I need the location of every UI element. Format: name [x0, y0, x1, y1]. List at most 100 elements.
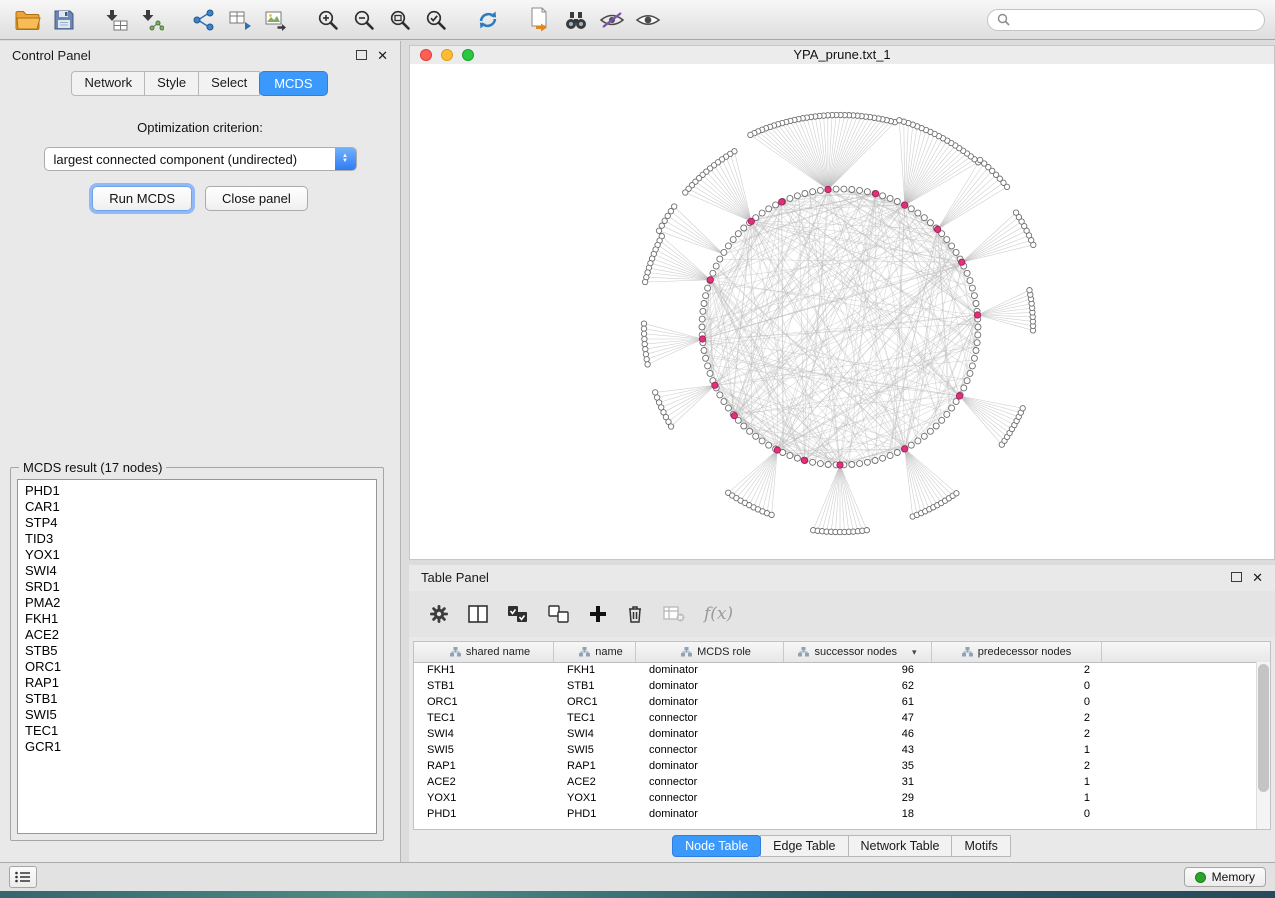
- mcds-result-item[interactable]: GCR1: [18, 739, 376, 755]
- share-network-icon: [192, 9, 216, 31]
- export-image-icon: [264, 9, 288, 31]
- status-menu-button[interactable]: [9, 866, 37, 888]
- delete-column-button[interactable]: [663, 605, 685, 623]
- table-panel-header: Table Panel ✕: [409, 565, 1275, 589]
- function-builder-button[interactable]: f(x): [704, 604, 733, 624]
- table-row[interactable]: PHD1PHD1dominator180: [414, 806, 1257, 822]
- zoom-out-button[interactable]: [346, 4, 382, 36]
- close-panel-icon[interactable]: ✕: [377, 49, 388, 62]
- tab-style[interactable]: Style: [144, 71, 199, 96]
- deselect-all-button[interactable]: [548, 605, 570, 623]
- search-field[interactable]: [987, 9, 1265, 31]
- network-canvas[interactable]: [410, 64, 1274, 559]
- gear-button[interactable]: [429, 604, 449, 624]
- network-table-button[interactable]: [222, 4, 258, 36]
- mcds-result-item[interactable]: ACE2: [18, 627, 376, 643]
- table-scrollbar[interactable]: [1256, 662, 1270, 829]
- mcds-result-item[interactable]: STB5: [18, 643, 376, 659]
- column-header-shared-name[interactable]: shared name: [414, 642, 554, 662]
- mcds-result-item[interactable]: STP4: [18, 515, 376, 531]
- table-cell: 0: [932, 678, 1102, 694]
- mcds-result-item[interactable]: PHD1: [18, 483, 376, 499]
- column-header-mcds-role[interactable]: MCDS role: [636, 642, 784, 662]
- float-panel-icon[interactable]: [356, 50, 367, 60]
- open-session-button[interactable]: [10, 4, 46, 36]
- select-all-button[interactable]: [507, 605, 529, 623]
- zoom-in-button[interactable]: [310, 4, 346, 36]
- import-table-button[interactable]: [98, 4, 134, 36]
- tab-network[interactable]: Network: [71, 71, 145, 96]
- table-cell: SWI4: [554, 726, 636, 742]
- memory-button[interactable]: Memory: [1184, 867, 1266, 887]
- mcds-result-item[interactable]: SWI5: [18, 707, 376, 723]
- mcds-result-item[interactable]: PMA2: [18, 595, 376, 611]
- first-neighbors-button[interactable]: [558, 4, 594, 36]
- table-cell: ACE2: [414, 774, 554, 790]
- mcds-result-list[interactable]: PHD1CAR1STP4TID3YOX1SWI4SRD1PMA2FKH1ACE2…: [17, 479, 377, 834]
- table-row[interactable]: RAP1RAP1dominator352: [414, 758, 1257, 774]
- close-panel-button[interactable]: Close panel: [205, 186, 308, 211]
- table-row[interactable]: TEC1TEC1connector472: [414, 710, 1257, 726]
- export-document-button[interactable]: [522, 4, 558, 36]
- search-input[interactable]: [1016, 12, 1255, 28]
- tab-mcds[interactable]: MCDS: [259, 71, 327, 96]
- hide-graphics-button[interactable]: [594, 4, 630, 36]
- table-row[interactable]: ORC1ORC1dominator610: [414, 694, 1257, 710]
- table-row[interactable]: YOX1YOX1connector291: [414, 790, 1257, 806]
- table-row[interactable]: STB1STB1dominator620: [414, 678, 1257, 694]
- network-window: YPA_prune.txt_1: [409, 45, 1275, 560]
- mcds-result-item[interactable]: RAP1: [18, 675, 376, 691]
- mcds-result-item[interactable]: SWI4: [18, 563, 376, 579]
- mcds-result-item[interactable]: YOX1: [18, 547, 376, 563]
- export-image-button[interactable]: [258, 4, 294, 36]
- criterion-dropdown[interactable]: largest connected component (undirected)…: [44, 147, 357, 171]
- close-table-panel-icon[interactable]: ✕: [1252, 571, 1263, 584]
- zoom-out-icon: [353, 9, 375, 31]
- table-cell: TEC1: [414, 710, 554, 726]
- control-panel-title: Control Panel: [12, 48, 91, 63]
- mcds-result-item[interactable]: FKH1: [18, 611, 376, 627]
- mcds-result-item[interactable]: CAR1: [18, 499, 376, 515]
- zoom-selected-button[interactable]: [418, 4, 454, 36]
- column-header-name[interactable]: name: [554, 642, 636, 662]
- column-header-predecessor-nodes[interactable]: predecessor nodes: [932, 642, 1102, 662]
- import-network-button[interactable]: [134, 4, 170, 36]
- mcds-result-item[interactable]: STB1: [18, 691, 376, 707]
- mcds-result-item[interactable]: SRD1: [18, 579, 376, 595]
- show-graphics-button[interactable]: [630, 4, 666, 36]
- sort-chevron-icon[interactable]: ▾: [912, 647, 917, 658]
- refresh-button[interactable]: [470, 4, 506, 36]
- float-table-panel-icon[interactable]: [1231, 572, 1242, 582]
- show-graphics-icon: [635, 11, 661, 29]
- table-row[interactable]: FKH1FKH1dominator962: [414, 662, 1257, 678]
- network-graph[interactable]: [410, 64, 1274, 559]
- tab-node-table[interactable]: Node Table: [672, 835, 761, 857]
- table-row[interactable]: ACE2ACE2connector311: [414, 774, 1257, 790]
- column-icon: [450, 647, 461, 657]
- save-session-button[interactable]: [46, 4, 82, 36]
- table-cell: ORC1: [554, 694, 636, 710]
- tab-network-table[interactable]: Network Table: [848, 835, 953, 857]
- mcds-result-item[interactable]: TEC1: [18, 723, 376, 739]
- table-cell: RAP1: [414, 758, 554, 774]
- node-table: shared name name MCDS role successor nod…: [413, 641, 1271, 830]
- table-row[interactable]: SWI4SWI4dominator462: [414, 726, 1257, 742]
- table-cell: 35: [784, 758, 932, 774]
- share-network-button[interactable]: [186, 4, 222, 36]
- run-mcds-button[interactable]: Run MCDS: [92, 186, 192, 211]
- tab-edge-table[interactable]: Edge Table: [760, 835, 848, 857]
- add-column-button[interactable]: [589, 605, 607, 623]
- mcds-result-item[interactable]: ORC1: [18, 659, 376, 675]
- mcds-result-group: MCDS result (17 nodes) PHD1CAR1STP4TID3Y…: [10, 467, 384, 841]
- table-row[interactable]: SWI5SWI5connector431: [414, 742, 1257, 758]
- node-table-body: FKH1FKH1dominator962STB1STB1dominator620…: [414, 662, 1257, 829]
- mcds-result-item[interactable]: TID3: [18, 531, 376, 547]
- tab-motifs[interactable]: Motifs: [951, 835, 1010, 857]
- delete-button[interactable]: [626, 604, 644, 624]
- deselect-all-icon: [548, 605, 570, 623]
- column-header-successor-nodes[interactable]: successor nodes ▾: [784, 642, 932, 662]
- tab-select[interactable]: Select: [198, 71, 260, 96]
- table-scrollbar-thumb[interactable]: [1258, 664, 1269, 792]
- columns-button[interactable]: [468, 605, 488, 623]
- zoom-fit-button[interactable]: [382, 4, 418, 36]
